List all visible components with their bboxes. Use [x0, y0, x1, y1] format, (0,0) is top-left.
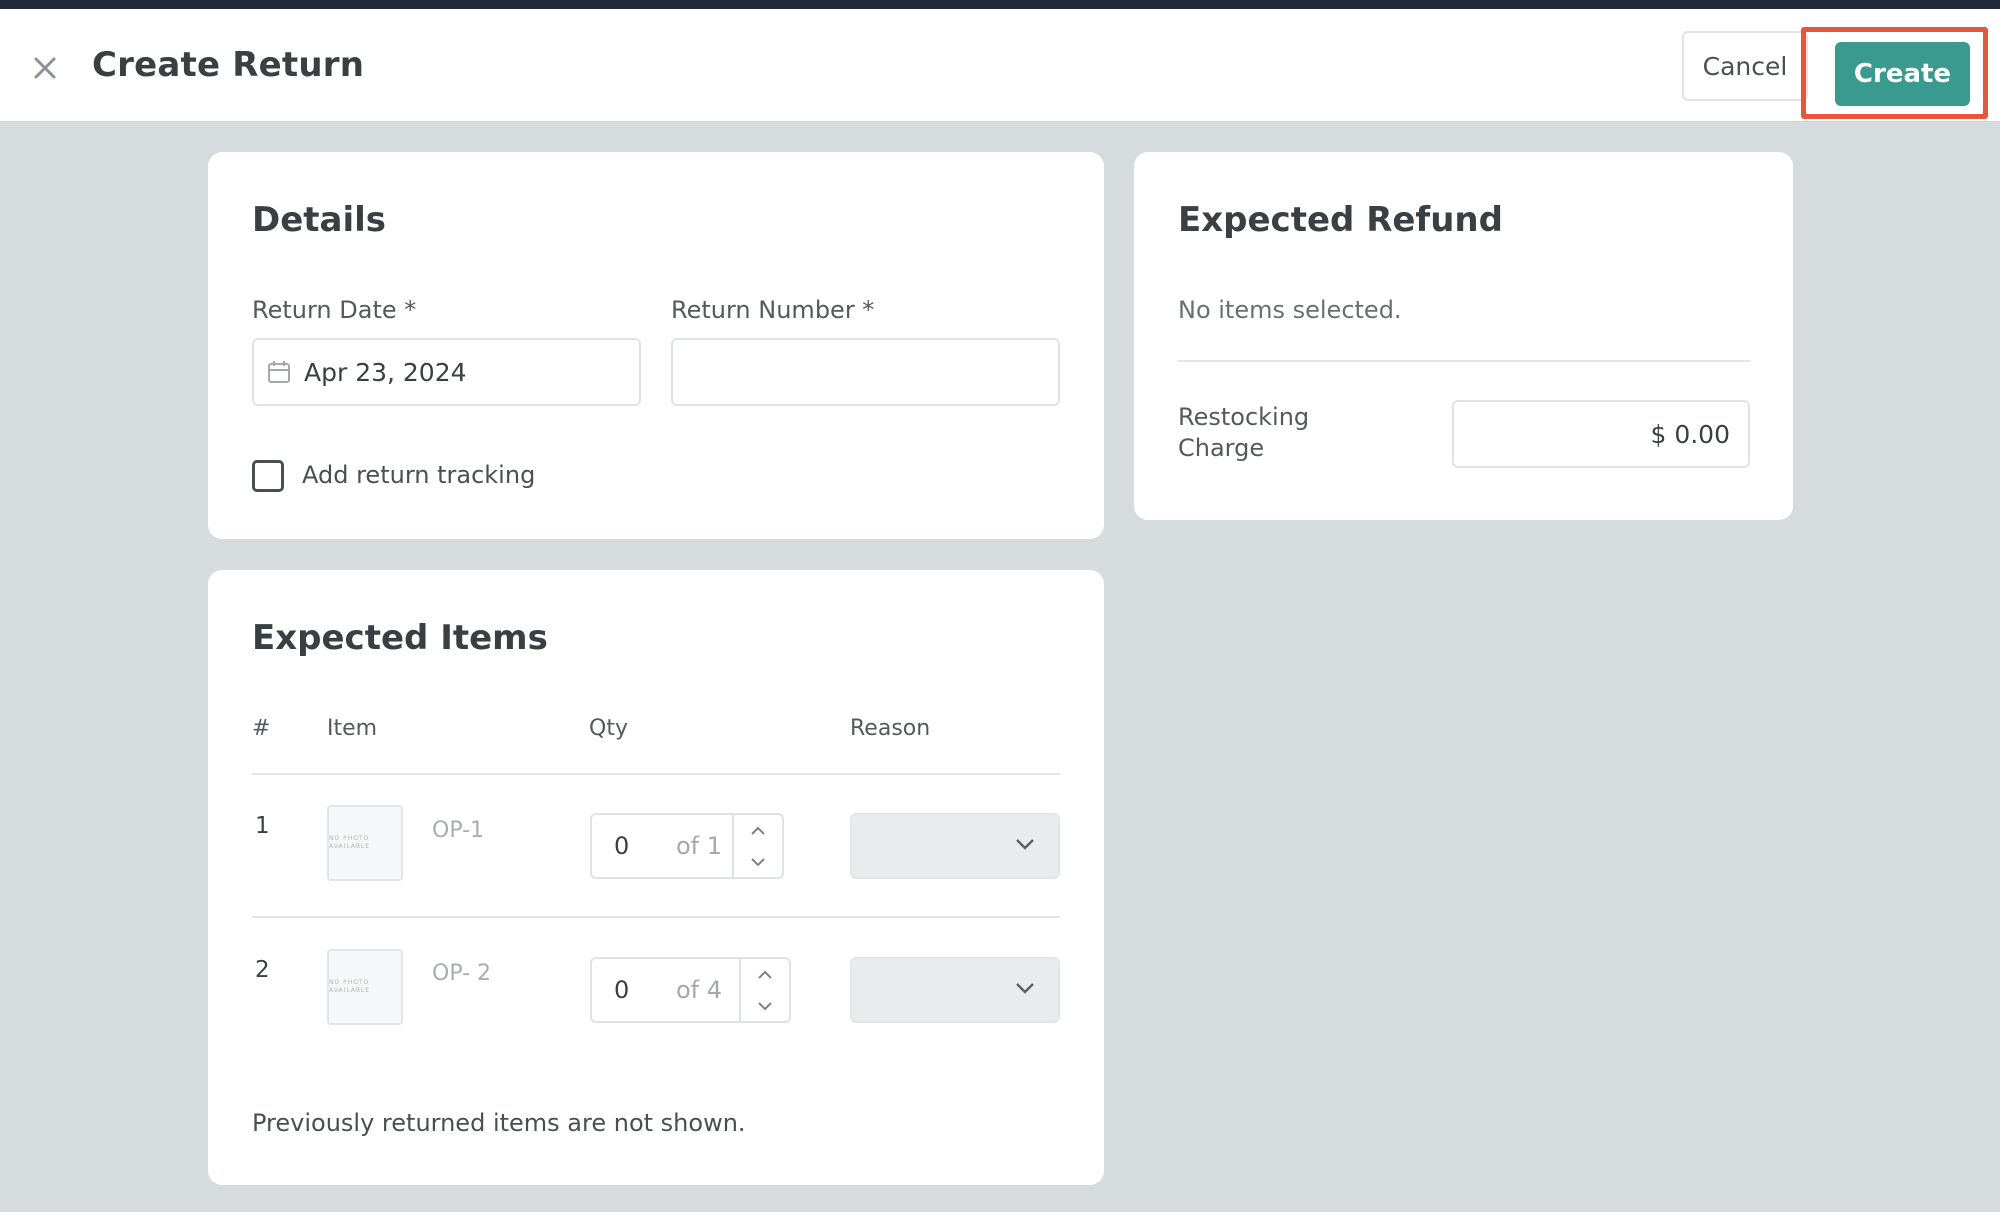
header-bar: Create Return Cancel Create: [0, 9, 2000, 122]
calendar-icon: [268, 361, 290, 383]
row-number: 2: [255, 957, 270, 983]
items-footer-note: Previously returned items are not shown.: [252, 1109, 746, 1137]
reason-select[interactable]: [850, 957, 1060, 1023]
qty-stepper[interactable]: 0 of 4: [590, 957, 791, 1023]
qty-stepper-controls: [732, 815, 782, 877]
thumbnail-text: NO PHOTO AVAILABLE: [329, 979, 371, 994]
chevron-down-icon: [758, 1001, 772, 1010]
tracking-label: Add return tracking: [302, 461, 536, 489]
qty-decrement-button[interactable]: [734, 846, 782, 877]
qty-increment-button[interactable]: [734, 815, 782, 846]
item-sku: OP- 2: [432, 961, 492, 986]
chevron-down-icon: [1016, 983, 1034, 994]
qty-increment-button[interactable]: [741, 959, 789, 990]
items-header-divider: [252, 773, 1060, 775]
item-thumbnail: NO PHOTO AVAILABLE: [327, 805, 403, 881]
qty-stepper[interactable]: 0 of 1: [590, 813, 784, 879]
details-title: Details: [252, 200, 387, 240]
chevron-up-icon: [751, 826, 765, 835]
create-button[interactable]: Create: [1835, 42, 1970, 106]
thumbnail-text: NO PHOTO AVAILABLE: [329, 835, 371, 850]
restocking-label: Restocking Charge: [1178, 403, 1310, 462]
return-number-label: Return Number *: [671, 296, 875, 324]
qty-value: 0: [614, 832, 630, 860]
tracking-checkbox[interactable]: [252, 460, 284, 492]
top-strip: [0, 0, 2000, 9]
qty-of-total: of 4: [676, 976, 723, 1004]
refund-empty-text: No items selected.: [1178, 296, 1402, 324]
qty-decrement-button[interactable]: [741, 990, 789, 1021]
qty-of-total: of 1: [676, 832, 723, 860]
details-card: Details Return Date * Apr 23, 2024 Retur…: [208, 152, 1104, 539]
restocking-value: $ 0.00: [1650, 420, 1730, 449]
return-date-value: Apr 23, 2024: [304, 358, 467, 387]
restocking-input[interactable]: $ 0.00: [1452, 400, 1750, 468]
row-divider: [252, 916, 1060, 918]
item-sku: OP-1: [432, 818, 485, 843]
return-date-input[interactable]: Apr 23, 2024: [252, 338, 641, 406]
cancel-button[interactable]: Cancel: [1682, 31, 1808, 101]
page-title: Create Return: [92, 45, 365, 85]
column-header-qty: Qty: [589, 716, 628, 741]
return-date-label: Return Date *: [252, 296, 417, 324]
qty-stepper-controls: [739, 959, 789, 1021]
refund-card: Expected Refund No items selected. Resto…: [1134, 152, 1793, 520]
refund-title: Expected Refund: [1178, 200, 1503, 240]
return-number-input[interactable]: [671, 338, 1060, 406]
close-button[interactable]: [28, 51, 62, 85]
close-icon: [34, 57, 56, 79]
chevron-up-icon: [758, 970, 772, 979]
qty-value: 0: [614, 976, 630, 1004]
row-number: 1: [255, 813, 270, 839]
chevron-down-icon: [1016, 839, 1034, 850]
chevron-down-icon: [751, 857, 765, 866]
items-title: Expected Items: [252, 618, 548, 658]
item-thumbnail: NO PHOTO AVAILABLE: [327, 949, 403, 1025]
reason-select[interactable]: [850, 813, 1060, 879]
column-header-item: Item: [327, 716, 378, 741]
refund-divider: [1178, 360, 1750, 362]
column-header-number: #: [252, 716, 271, 741]
column-header-reason: Reason: [850, 716, 931, 741]
